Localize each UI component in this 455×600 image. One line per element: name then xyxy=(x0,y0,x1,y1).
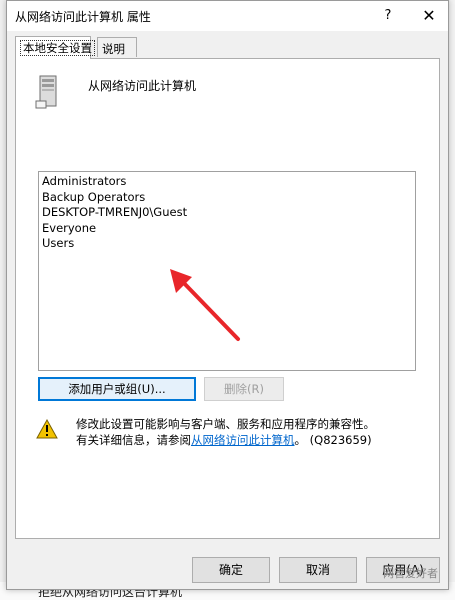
background-window-right xyxy=(449,0,455,600)
warning-detail-prefix: 有关详细信息，请参阅 xyxy=(76,433,191,447)
warning-detail-suffix: 。 (Q823659) xyxy=(294,433,372,447)
warning-detail: 有关详细信息，请参阅从网络访问此计算机。 (Q823659) xyxy=(76,432,372,448)
tab-panel: 从网络访问此计算机 Administrators Backup Operator… xyxy=(15,58,440,539)
warning-icon xyxy=(36,419,58,439)
list-item[interactable]: Backup Operators xyxy=(42,190,412,206)
help-button[interactable]: ? xyxy=(378,5,398,27)
watermark: 网管爱好者 xyxy=(383,567,438,580)
policy-name: 从网络访问此计算机 xyxy=(88,79,197,93)
policy-help-link[interactable]: 从网络访问此计算机 xyxy=(191,433,295,447)
properties-dialog: 从网络访问此计算机 属性 ? ✕ 本地安全设置 说明 从网络访问此计算机 Adm… xyxy=(6,0,449,590)
remove-button[interactable]: 删除(R) xyxy=(204,377,284,401)
tab-label: 说明 xyxy=(102,42,125,56)
list-item[interactable]: Administrators xyxy=(42,174,412,190)
window-title: 从网络访问此计算机 属性 xyxy=(15,10,151,24)
server-icon xyxy=(35,75,57,109)
red-arrow-annotation xyxy=(170,269,240,341)
warning-text: 修改此设置可能影响与客户端、服务和应用程序的兼容性。 xyxy=(76,417,375,431)
cancel-button[interactable]: 取消 xyxy=(279,557,357,583)
tab-label: 本地安全设置 xyxy=(20,40,95,56)
ok-button[interactable]: 确定 xyxy=(192,557,270,583)
list-item[interactable]: Everyone xyxy=(42,221,412,237)
close-button[interactable]: ✕ xyxy=(418,5,440,27)
title-bar[interactable]: 从网络访问此计算机 属性 ? ✕ xyxy=(7,1,448,31)
tab-local-security-setting[interactable]: 本地安全设置 xyxy=(15,36,95,59)
list-item[interactable]: Users xyxy=(42,236,412,252)
add-user-or-group-button[interactable]: 添加用户或组(U)... xyxy=(38,377,196,401)
tab-explain[interactable]: 说明 xyxy=(97,37,137,57)
list-item[interactable]: DESKTOP-TMRENJ0\Guest xyxy=(42,205,412,221)
